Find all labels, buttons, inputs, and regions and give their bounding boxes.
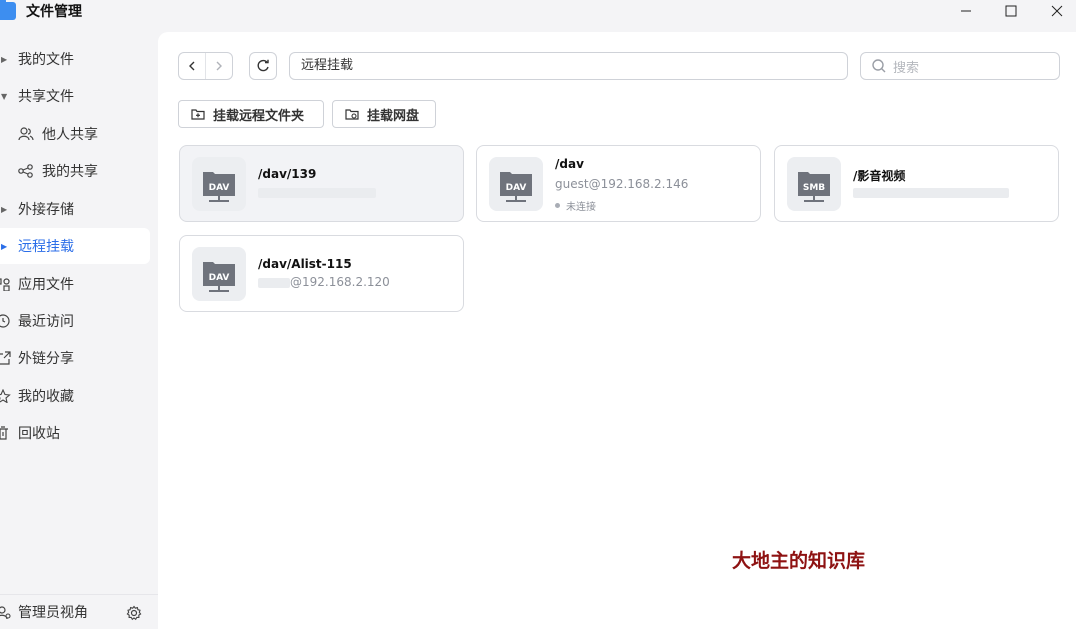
sidebar-item-label: 我的共享: [42, 164, 98, 180]
watermark: 大地主的知识库: [732, 550, 866, 572]
path-bar[interactable]: 远程挂载: [289, 52, 848, 80]
svg-text:DAV: DAV: [209, 183, 230, 193]
clock-icon: [0, 314, 12, 328]
search-icon: [871, 58, 887, 74]
app-title: 文件管理: [26, 4, 82, 20]
refresh-icon: [257, 59, 269, 72]
sidebar-item-my-shares[interactable]: 我的共享: [0, 153, 150, 189]
smb-server-icon: SMB: [787, 157, 841, 211]
minimize-icon: [961, 10, 971, 12]
sidebar-item-label: 回收站: [18, 426, 60, 442]
mount-netdisk-button[interactable]: 挂载网盘: [332, 100, 436, 128]
sidebar-item-label: 我的文件: [18, 52, 74, 68]
mount-remote-folder-button[interactable]: 挂载远程文件夹: [178, 100, 324, 128]
mount-subtitle: guest@192.168.2.146: [555, 177, 689, 191]
caret-down-icon: ▼: [1, 91, 8, 101]
search-input[interactable]: 搜索: [860, 52, 1060, 80]
svg-text:SMB: SMB: [803, 183, 825, 193]
main-content: 远程挂载 搜索 挂载远程文件夹 挂载网盘 DAV /dav/139 DAV /d…: [158, 32, 1076, 629]
svg-text:DAV: DAV: [209, 273, 230, 283]
mount-subtitle-redacted: [853, 185, 1009, 199]
sidebar-item-external-storage[interactable]: ▶ 外接存储: [0, 191, 150, 227]
caret-right-icon: ▶: [1, 204, 8, 214]
grid-icon: [0, 277, 12, 291]
refresh-button[interactable]: [249, 52, 277, 80]
mount-title: /影音视频: [853, 169, 906, 183]
external-link-icon: [0, 351, 12, 365]
sidebar-item-recent[interactable]: 最近访问: [0, 303, 150, 339]
admin-icon: [0, 606, 12, 620]
mount-subtitle-redacted: [258, 185, 376, 199]
mount-netdisk-label: 挂载网盘: [367, 108, 420, 124]
sidebar-item-label: 远程挂载: [18, 239, 74, 255]
dav-server-icon: DAV: [192, 247, 246, 301]
dav-server-icon: DAV: [489, 157, 543, 211]
folder-plus-icon: [191, 107, 205, 121]
sidebar-item-label: 共享文件: [18, 89, 74, 105]
star-icon: [0, 389, 12, 403]
close-button[interactable]: [1034, 0, 1076, 22]
admin-view-toggle[interactable]: 管理员视角: [0, 594, 158, 629]
connection-status: 未连接: [555, 198, 596, 213]
maximize-icon: [1005, 5, 1017, 17]
sidebar: ▶ 我的文件 ▼ 共享文件 他人共享 我的共享 ▶ 外接存储 ▶ 远程挂载 应用…: [0, 32, 158, 629]
dav-server-icon: DAV: [192, 157, 246, 211]
mount-title: /dav/139: [258, 167, 317, 181]
sidebar-item-others-shared[interactable]: 他人共享: [0, 116, 150, 152]
mount-card[interactable]: DAV /dav guest@192.168.2.146 未连接: [476, 145, 761, 222]
mount-title: /dav/Alist-115: [258, 257, 352, 271]
sidebar-item-favorites[interactable]: 我的收藏: [0, 378, 150, 414]
forward-button[interactable]: [206, 53, 233, 79]
mount-remote-folder-label: 挂载远程文件夹: [213, 108, 305, 124]
users-icon: [18, 127, 34, 141]
back-button[interactable]: [179, 53, 206, 79]
sidebar-item-shared-files[interactable]: ▼ 共享文件: [0, 78, 150, 114]
sidebar-item-label: 外接存储: [18, 202, 74, 218]
mount-title: /dav: [555, 157, 584, 171]
sidebar-item-remote-mount[interactable]: ▶ 远程挂载: [0, 228, 150, 264]
sidebar-item-label: 最近访问: [18, 314, 74, 330]
folder-app-icon: [0, 0, 16, 20]
mount-card[interactable]: DAV /dav/139: [179, 145, 464, 222]
sidebar-item-label: 应用文件: [18, 277, 74, 293]
caret-right-icon: ▶: [1, 54, 8, 64]
admin-view-label: 管理员视角: [18, 605, 88, 621]
cloud-folder-icon: [345, 107, 359, 121]
sidebar-item-link-share[interactable]: 外链分享: [0, 340, 150, 376]
status-label: 未连接: [566, 202, 596, 213]
sidebar-item-label: 我的收藏: [18, 389, 74, 405]
chevron-right-icon: [216, 61, 222, 71]
gear-icon[interactable]: [126, 605, 142, 621]
sidebar-item-label: 他人共享: [42, 127, 98, 143]
sidebar-item-recycle-bin[interactable]: 回收站: [0, 415, 150, 451]
search-placeholder: 搜索: [893, 60, 920, 76]
status-dot-icon: [555, 203, 560, 208]
close-icon: [1051, 5, 1063, 17]
history-nav: [178, 52, 233, 80]
title-bar: 文件管理: [0, 0, 1076, 32]
sidebar-item-label: 外链分享: [18, 351, 74, 367]
sidebar-item-app-files[interactable]: 应用文件: [0, 266, 150, 302]
trash-icon: [0, 426, 12, 440]
share-icon: [18, 164, 34, 178]
minimize-button[interactable]: [943, 0, 989, 22]
svg-text:DAV: DAV: [506, 183, 527, 193]
sidebar-item-my-files[interactable]: ▶ 我的文件: [0, 41, 150, 77]
mount-subtitle: @192.168.2.120: [258, 275, 390, 289]
mount-card[interactable]: DAV /dav/Alist-115 @192.168.2.120: [179, 235, 464, 312]
maximize-button[interactable]: [988, 0, 1034, 22]
mount-card[interactable]: SMB /影音视频: [774, 145, 1059, 222]
caret-right-icon: ▶: [1, 241, 8, 251]
chevron-left-icon: [188, 61, 195, 71]
